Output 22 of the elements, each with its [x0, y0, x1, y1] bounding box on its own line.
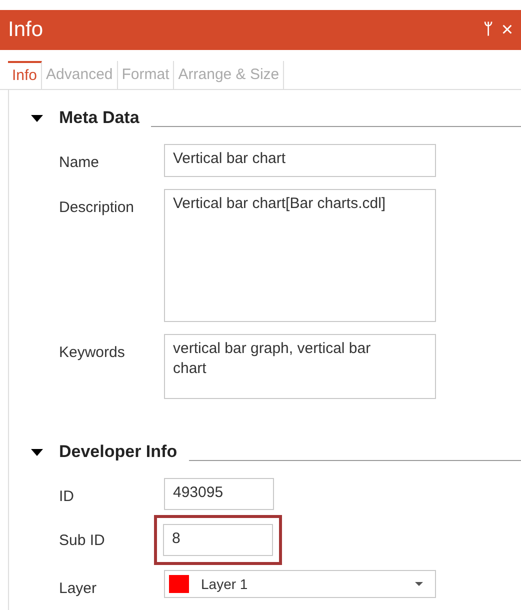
collapse-icon[interactable]: [31, 115, 43, 122]
section-title: Developer Info: [59, 440, 178, 462]
field-label: Description: [58, 198, 136, 218]
text-field[interactable]: 493095: [164, 478, 274, 510]
caret-icon: [415, 582, 423, 586]
layer-dropdown[interactable]: Layer 1: [164, 570, 436, 598]
window-title: Info: [8, 17, 44, 44]
tab[interactable]: Info: [8, 61, 42, 89]
section-title: Meta Data: [59, 106, 140, 128]
field-label: Sub ID: [58, 531, 106, 551]
text-field[interactable]: 8: [163, 524, 273, 556]
dropdown-value: Layer 1: [201, 574, 249, 594]
field-label: ID: [58, 487, 75, 507]
pin-button[interactable]: ᛘ: [483, 18, 494, 42]
collapse-icon[interactable]: [31, 449, 43, 456]
text-field[interactable]: vertical bar graph, vertical bar chart: [164, 334, 436, 399]
close-button[interactable]: ×: [501, 15, 513, 45]
text-field[interactable]: Vertical bar chart: [164, 144, 436, 177]
field-label: Layer: [58, 579, 98, 599]
field-label: Name: [58, 153, 100, 173]
text-field[interactable]: Vertical bar chart[Bar charts.cdl]: [164, 189, 436, 322]
field-label: Keywords: [58, 343, 126, 363]
